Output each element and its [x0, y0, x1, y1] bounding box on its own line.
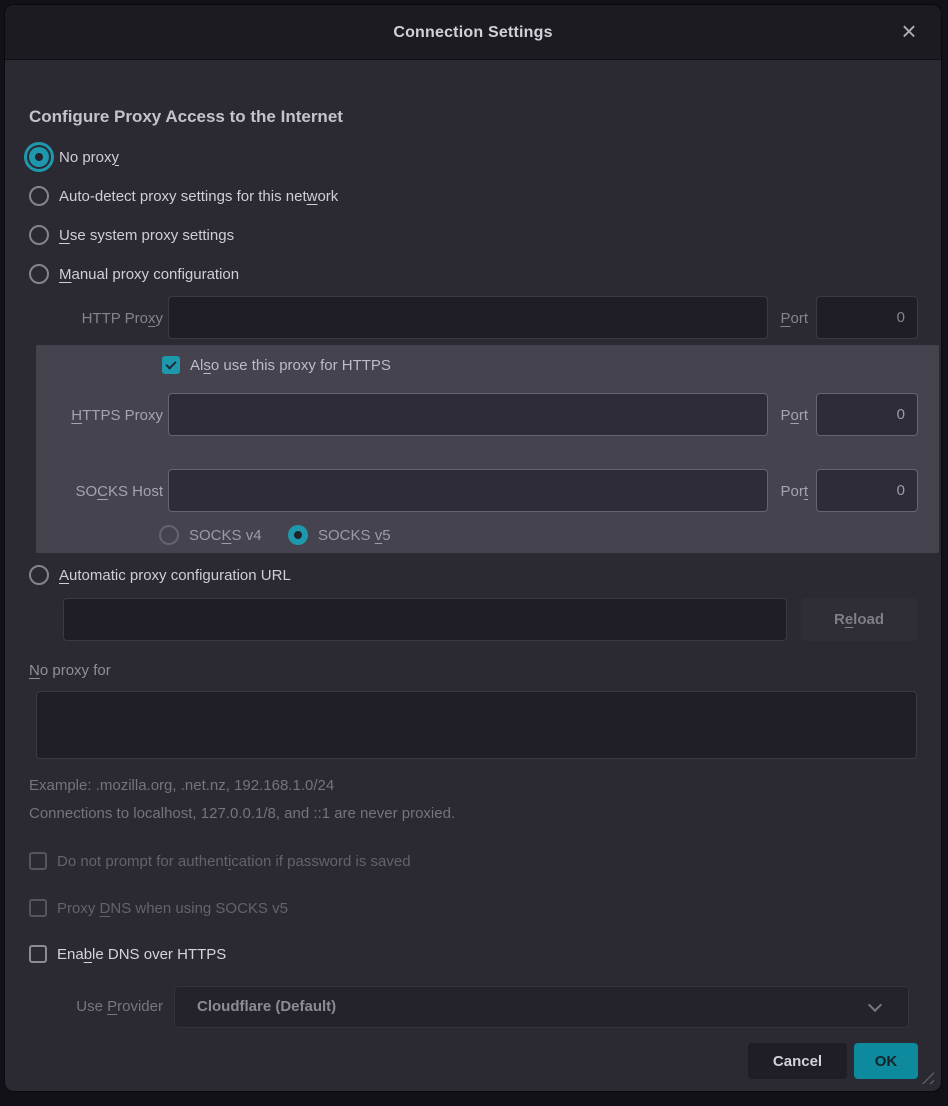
screen: Connection Settings × Configure Proxy Ac…: [0, 0, 948, 1106]
provider-dropdown-value: Cloudflare (Default): [197, 987, 336, 1027]
provider-dropdown[interactable]: Cloudflare (Default): [174, 986, 909, 1028]
page-title: Configure Proxy Access to the Internet: [29, 107, 343, 127]
dialog-title: Connection Settings: [5, 5, 941, 60]
socks-host-input[interactable]: [168, 469, 768, 512]
checkbox-no-auth-prompt[interactable]: [29, 852, 47, 870]
radio-socks-v5[interactable]: [288, 525, 308, 545]
radio-manual-proxy-label: Manual proxy configuration: [59, 266, 239, 283]
checkbox-proxy-dns-label: Proxy DNS when using SOCKS v5: [57, 900, 288, 917]
http-proxy-label: HTTP Proxy: [29, 310, 163, 327]
https-proxy-label: HTTPS Proxy: [29, 407, 163, 424]
ok-button[interactable]: OK: [854, 1043, 918, 1079]
no-proxy-example: Example: .mozilla.org, .net.nz, 192.168.…: [29, 777, 334, 794]
radio-automatic-proxy[interactable]: [29, 565, 49, 585]
also-https-checkbox[interactable]: [162, 356, 180, 374]
also-https-checkbox-row[interactable]: Also use this proxy for HTTPS: [162, 356, 391, 374]
socks-port-input[interactable]: [816, 469, 918, 512]
radio-manual-proxy[interactable]: [29, 264, 49, 284]
http-port-label: Port: [746, 310, 808, 327]
checkbox-no-auth-prompt-label: Do not prompt for authentication if pass…: [57, 853, 411, 870]
http-port-input[interactable]: [816, 296, 918, 339]
radio-row-manual-proxy[interactable]: Manual proxy configuration: [29, 263, 239, 285]
resize-grip[interactable]: [920, 1070, 934, 1084]
highlight-band: [36, 345, 939, 553]
radio-socks-v5-label: SOCKS v5: [318, 527, 391, 544]
check-icon: [165, 358, 176, 369]
close-icon[interactable]: ×: [893, 5, 925, 60]
reload-button[interactable]: Reload: [801, 598, 917, 641]
radio-row-system-proxy[interactable]: Use system proxy settings: [29, 224, 234, 246]
checkbox-row-no-auth-prompt[interactable]: Do not prompt for authentication if pass…: [29, 852, 411, 870]
radio-auto-detect-label: Auto-detect proxy settings for this netw…: [59, 188, 338, 205]
use-provider-label: Use Provider: [29, 986, 163, 1028]
cancel-button[interactable]: Cancel: [748, 1043, 847, 1079]
radio-row-socks-v5[interactable]: SOCKS v5: [288, 524, 391, 546]
radio-socks-v4-label: SOCKS v4: [189, 527, 262, 544]
no-proxy-for-textarea[interactable]: [36, 691, 917, 759]
radio-system-proxy-label: Use system proxy settings: [59, 227, 234, 244]
https-port-label: Port: [746, 407, 808, 424]
radio-row-socks-v4[interactable]: SOCKS v4: [159, 524, 262, 546]
radio-socks-v4[interactable]: [159, 525, 179, 545]
checkbox-proxy-dns[interactable]: [29, 899, 47, 917]
connection-settings-dialog: Connection Settings × Configure Proxy Ac…: [4, 4, 942, 1092]
automatic-url-input[interactable]: [63, 598, 787, 641]
https-port-input[interactable]: [816, 393, 918, 436]
radio-system-proxy[interactable]: [29, 225, 49, 245]
checkbox-enable-doh[interactable]: [29, 945, 47, 963]
radio-auto-detect[interactable]: [29, 186, 49, 206]
radio-row-no-proxy[interactable]: No proxy: [29, 146, 119, 168]
socks-host-label: SOCKS Host: [29, 483, 163, 500]
socks-port-label: Port: [746, 483, 808, 500]
radio-row-automatic-proxy[interactable]: Automatic proxy configuration URL: [29, 564, 291, 586]
titlebar: Connection Settings ×: [5, 5, 941, 60]
no-proxy-note: Connections to localhost, 127.0.0.1/8, a…: [29, 805, 455, 822]
http-proxy-input[interactable]: [168, 296, 768, 339]
chevron-down-icon: [868, 998, 882, 1012]
radio-row-auto-detect[interactable]: Auto-detect proxy settings for this netw…: [29, 185, 338, 207]
radio-no-proxy[interactable]: [29, 147, 49, 167]
radio-no-proxy-label: No proxy: [59, 149, 119, 166]
checkbox-row-proxy-dns[interactable]: Proxy DNS when using SOCKS v5: [29, 899, 288, 917]
https-proxy-input[interactable]: [168, 393, 768, 436]
no-proxy-for-label: No proxy for: [29, 662, 111, 679]
radio-automatic-proxy-label: Automatic proxy configuration URL: [59, 567, 291, 584]
also-https-label: Also use this proxy for HTTPS: [190, 357, 391, 374]
checkbox-row-enable-doh[interactable]: Enable DNS over HTTPS: [29, 945, 226, 963]
checkbox-enable-doh-label: Enable DNS over HTTPS: [57, 946, 226, 963]
